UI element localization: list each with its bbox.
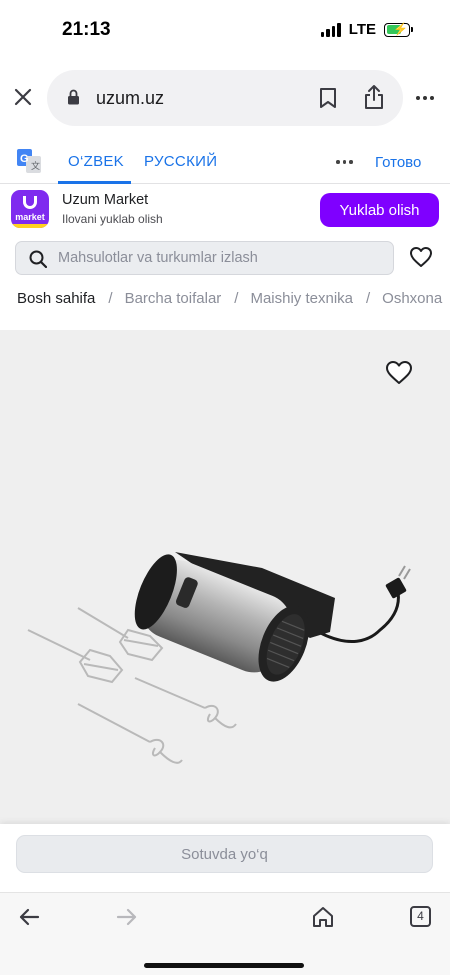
- more-options-icon[interactable]: [416, 96, 434, 100]
- search-icon: [29, 250, 47, 268]
- breadcrumb-separator: /: [108, 290, 113, 307]
- status-bar: 21:13 LTE ⚡: [0, 0, 450, 58]
- svg-text:G: G: [20, 153, 29, 165]
- network-type: LTE: [348, 21, 376, 38]
- battery-charging-icon: ⚡: [384, 22, 413, 37]
- share-icon[interactable]: [363, 84, 385, 110]
- search-row: [0, 241, 450, 277]
- translate-done-button[interactable]: Готово: [375, 154, 421, 171]
- translate-more-icon[interactable]: [336, 160, 353, 164]
- status-indicators: LTE ⚡: [320, 21, 413, 38]
- breadcrumb-separator: /: [366, 290, 371, 307]
- address-bar[interactable]: uzum.uz: [47, 70, 403, 126]
- translate-bar: G 文 O‘ZBEK РУССКИЙ Готово: [0, 140, 450, 184]
- breadcrumb-all-categories[interactable]: Barcha toifalar: [125, 290, 222, 307]
- forward-arrow-icon[interactable]: [116, 907, 138, 927]
- hand-mixer-image: [27, 552, 411, 764]
- product-favorite-icon[interactable]: [385, 360, 413, 386]
- svg-text:文: 文: [31, 160, 40, 171]
- tab-count-button[interactable]: 4: [410, 906, 431, 927]
- download-app-button[interactable]: Yuklab olish: [320, 193, 439, 227]
- back-arrow-icon[interactable]: [18, 907, 40, 927]
- search-input[interactable]: [58, 242, 388, 274]
- browser-address-row: uzum.uz: [0, 70, 450, 126]
- tab-russian[interactable]: РУССКИЙ: [144, 153, 217, 170]
- breadcrumb-separator: /: [234, 290, 239, 307]
- breadcrumb-appliances[interactable]: Maishiy texnika: [250, 290, 353, 307]
- bookmark-icon[interactable]: [319, 87, 337, 109]
- status-time: 21:13: [62, 19, 111, 40]
- app-name: Uzum Market: [62, 192, 149, 208]
- breadcrumb: Bosh sahifa / Barcha toifalar / Maishiy …: [17, 290, 442, 307]
- home-icon[interactable]: [311, 905, 335, 929]
- purchase-bar: Sotuvda yo‘q: [0, 824, 450, 892]
- lock-icon: [68, 89, 79, 105]
- google-translate-icon: G 文: [17, 149, 41, 173]
- search-box[interactable]: [15, 241, 394, 275]
- app-banner: market Uzum Market Ilovani yuklab olish …: [0, 185, 450, 235]
- active-tab-indicator: [58, 181, 131, 184]
- product-image-gallery[interactable]: [0, 330, 450, 824]
- url-text[interactable]: uzum.uz: [96, 88, 164, 109]
- app-subtitle: Ilovani yuklab olish: [62, 212, 163, 226]
- uzum-market-logo: market: [11, 190, 49, 228]
- logo-word: market: [15, 212, 45, 222]
- wishlist-heart-icon[interactable]: [409, 246, 433, 268]
- out-of-stock-button[interactable]: Sotuvda yo‘q: [16, 835, 433, 873]
- browser-toolbar: 4: [0, 892, 450, 975]
- breadcrumb-home[interactable]: Bosh sahifa: [17, 290, 95, 307]
- cellular-signal-icon: [320, 22, 341, 37]
- tab-uzbek[interactable]: O‘ZBEK: [68, 153, 124, 170]
- breadcrumb-kitchen[interactable]: Oshxona: [382, 290, 442, 307]
- close-icon[interactable]: [12, 86, 34, 108]
- home-indicator: [144, 963, 304, 968]
